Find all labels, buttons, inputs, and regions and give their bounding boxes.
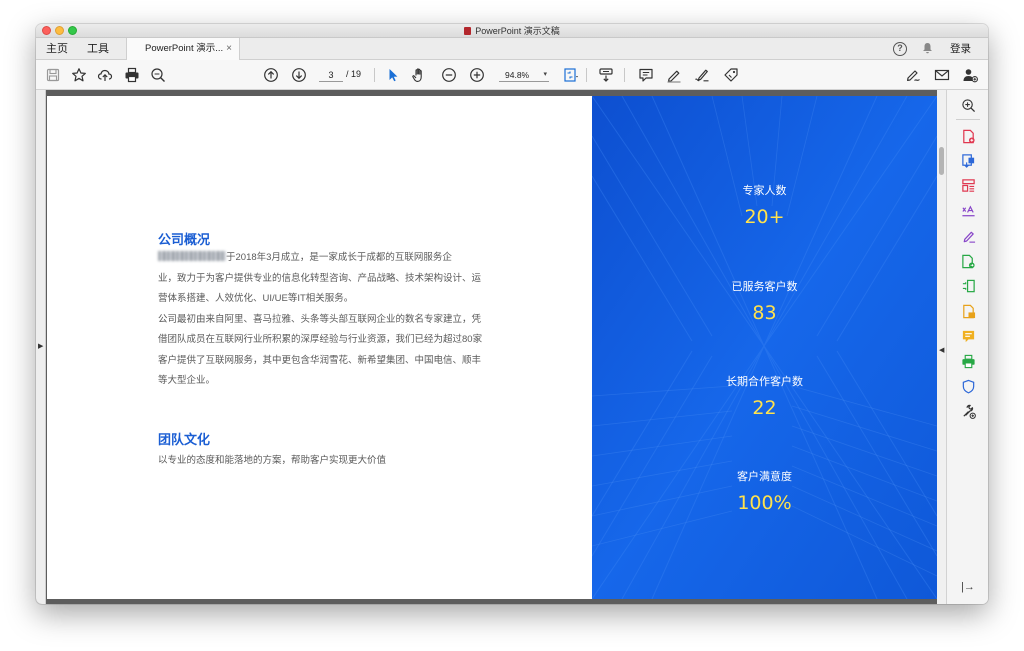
pdf-document-icon (464, 27, 472, 35)
stat-value-long-term-clients: 22 (752, 397, 777, 419)
fill-sign-icon[interactable] (905, 67, 921, 83)
overview-line-7: 等大型企业。 (158, 375, 216, 386)
save-icon[interactable] (45, 67, 61, 83)
scroll-mode-icon[interactable] (598, 67, 614, 83)
collapse-right-panel-icon[interactable]: ◀ (939, 346, 944, 354)
previous-page-icon[interactable] (263, 67, 279, 83)
scrollbar-thumb[interactable] (939, 147, 944, 175)
add-user-icon[interactable] (962, 67, 978, 83)
tab-document-label: PowerPoint 演示... (145, 43, 224, 54)
notification-bell-icon[interactable] (920, 42, 934, 56)
close-tab-icon[interactable]: × (226, 38, 232, 60)
overview-line-6: 客户提供了互联网服务，其中更包含华润雪花、新希望集团、中国电信、顺丰 (158, 354, 482, 366)
redacted-company-name (158, 251, 226, 261)
zoom-out-search-icon[interactable] (150, 67, 166, 83)
overview-line-2: 业，致力于为客户提供专业的信息化转型咨询、产品战略、技术架构设计、运 (158, 272, 482, 284)
login-button[interactable]: 登录 (950, 38, 971, 60)
comment-panel-icon[interactable] (959, 327, 977, 345)
city-building-background (592, 96, 937, 599)
zoom-search-icon[interactable] (959, 96, 977, 114)
stat-label-clients-served: 已服务客户数 (731, 281, 798, 293)
cloud-upload-icon[interactable] (97, 67, 113, 83)
protect-shield-icon[interactable] (959, 377, 977, 395)
select-cursor-icon[interactable] (385, 67, 401, 83)
zoom-in-icon[interactable] (469, 67, 485, 83)
highlight-pen-icon[interactable] (666, 67, 682, 83)
more-tools-icon[interactable] (959, 402, 977, 420)
panel-divider (956, 119, 980, 120)
overview-paragraph: 于2018年3月成立，是一家成长于成都的互联网服务企 业，致力于为客户提供专业的… (158, 248, 503, 392)
page-number-input[interactable] (319, 68, 343, 82)
edit-text-icon[interactable] (959, 202, 977, 220)
email-icon[interactable] (934, 67, 950, 83)
zoom-out-icon[interactable] (441, 67, 457, 83)
culture-text: 以专业的态度和能落地的方案，帮助客户实现更大价值 (158, 455, 387, 466)
window-title: PowerPoint 演示文稿 (36, 25, 988, 37)
toolbar-divider (624, 68, 625, 82)
overview-line-3: 营体系搭建、人效优化、UI/UE等IT相关服务。 (158, 293, 354, 304)
hand-tool-icon[interactable] (411, 67, 427, 83)
document-page-content: 公司概况 于2018年3月成立，是一家成长于成都的互联网服务企 业，致力于为客户… (47, 96, 592, 599)
document-viewer[interactable]: ▶ 公司概况 于2018年3月成立，是一家成长于成都的互联网服务企 业，致力于为… (36, 90, 946, 604)
export-pdf-icon[interactable] (959, 151, 977, 169)
tab-bar: 主页 工具 PowerPoint 演示... × ? 登录 (36, 38, 988, 60)
stat-value-experts: 20+ (744, 206, 785, 228)
tools-side-panel: |→ (946, 90, 988, 604)
help-icon[interactable]: ? (893, 42, 907, 56)
send-for-review-icon[interactable] (959, 252, 977, 270)
overview-line-1: 于2018年3月成立，是一家成长于成都的互联网服务企 (158, 248, 503, 269)
toolbar: / 19 94.8% ▾ (36, 60, 988, 90)
stats-panel: 专家人数 20+ 已服务客户数 83 长期合作客户数 22 客户满意度 100% (592, 96, 937, 599)
expand-panel-icon[interactable]: |→ (959, 578, 977, 596)
stat-label-experts: 专家人数 (742, 185, 787, 197)
fit-page-icon[interactable] (563, 67, 579, 83)
tab-tools[interactable]: 工具 (87, 38, 109, 60)
tab-document[interactable]: PowerPoint 演示... × (126, 38, 240, 60)
protect-pages-icon[interactable] (959, 302, 977, 320)
sign-pen-icon[interactable] (694, 67, 710, 83)
chevron-down-icon: ▾ (543, 71, 547, 78)
page-total: / 19 (346, 69, 362, 79)
print-production-icon[interactable] (959, 352, 977, 370)
zoom-level-select[interactable]: 94.8% ▾ (499, 68, 549, 82)
stat-value-satisfaction: 100% (737, 492, 792, 514)
stamp-tag-icon[interactable] (723, 67, 739, 83)
stat-label-satisfaction: 客户满意度 (737, 471, 792, 483)
compare-files-icon[interactable] (959, 277, 977, 295)
print-icon[interactable] (124, 67, 140, 83)
left-panel-toggle[interactable]: ▶ (36, 90, 46, 604)
tab-home[interactable]: 主页 (46, 38, 68, 60)
chevron-right-icon: ▶ (38, 343, 44, 350)
stat-label-long-term-clients: 长期合作客户数 (726, 376, 803, 388)
create-pdf-icon[interactable] (959, 127, 977, 145)
overview-heading: 公司概况 (158, 232, 211, 247)
organize-pages-icon[interactable] (959, 176, 977, 194)
comment-icon[interactable] (638, 67, 654, 83)
toolbar-divider (374, 68, 375, 82)
zoom-level-value: 94.8% (505, 70, 530, 80)
culture-heading: 团队文化 (158, 432, 211, 447)
stat-value-clients-served: 83 (752, 302, 777, 324)
bookmark-star-icon[interactable] (71, 67, 87, 83)
toolbar-divider (586, 68, 587, 82)
overview-line-4: 公司最初由来自阿里、喜马拉雅、头条等头部互联网企业的数名专家建立，凭 (158, 313, 482, 325)
overview-line-5: 借团队成员在互联网行业所积累的深厚经验与行业资源，我们已经为超过80家 (158, 334, 483, 345)
title-bar: PowerPoint 演示文稿 (36, 24, 988, 38)
fill-and-sign-icon[interactable] (959, 227, 977, 245)
next-page-icon[interactable] (291, 67, 307, 83)
app-window: PowerPoint 演示文稿 主页 工具 PowerPoint 演示... ×… (36, 24, 988, 604)
